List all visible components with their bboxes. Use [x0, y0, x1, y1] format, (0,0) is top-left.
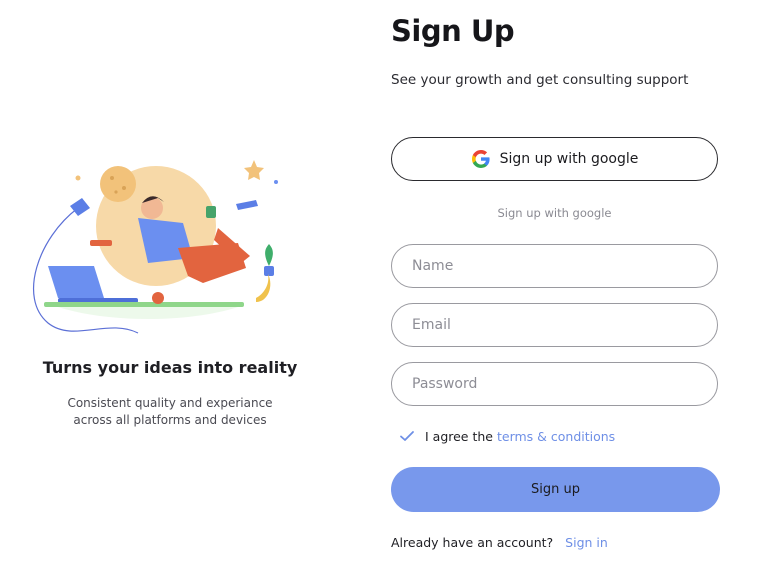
name-field[interactable] — [391, 244, 718, 288]
checkmark-icon[interactable] — [399, 428, 415, 444]
page-subtitle: See your growth and get consulting suppo… — [391, 72, 689, 88]
signin-prompt: Already have an account? Sign in — [391, 535, 608, 550]
divider-text: Sign up with google — [497, 206, 612, 220]
signup-form: Sign Up See your growth and get consulti… — [391, 0, 721, 562]
password-field[interactable] — [391, 362, 718, 406]
agree-label: I agree the terms & conditions — [425, 429, 615, 444]
terms-link[interactable]: terms & conditions — [497, 429, 615, 444]
left-heading: Turns your ideas into reality — [42, 358, 298, 377]
password-input[interactable] — [392, 363, 717, 405]
signup-button[interactable]: Sign up — [391, 467, 720, 512]
signin-link[interactable]: Sign in — [565, 535, 608, 550]
agree-prefix: I agree the — [425, 428, 493, 444]
illustration-panel: Turns your ideas into reality Consistent… — [0, 0, 340, 562]
hero-illustration — [33, 160, 278, 334]
email-input[interactable] — [392, 304, 717, 346]
google-signup-label: Sign up with google — [499, 151, 639, 167]
email-field[interactable] — [391, 303, 718, 347]
page-title: Sign Up — [391, 14, 515, 48]
already-text: Already have an account? — [391, 535, 554, 550]
google-icon — [471, 150, 490, 168]
name-input[interactable] — [392, 245, 717, 287]
google-signup-button[interactable]: Sign up with google — [391, 137, 718, 181]
terms-agreement: I agree the terms & conditions — [399, 428, 615, 444]
left-description: Consistent quality and experiance across… — [67, 396, 273, 427]
